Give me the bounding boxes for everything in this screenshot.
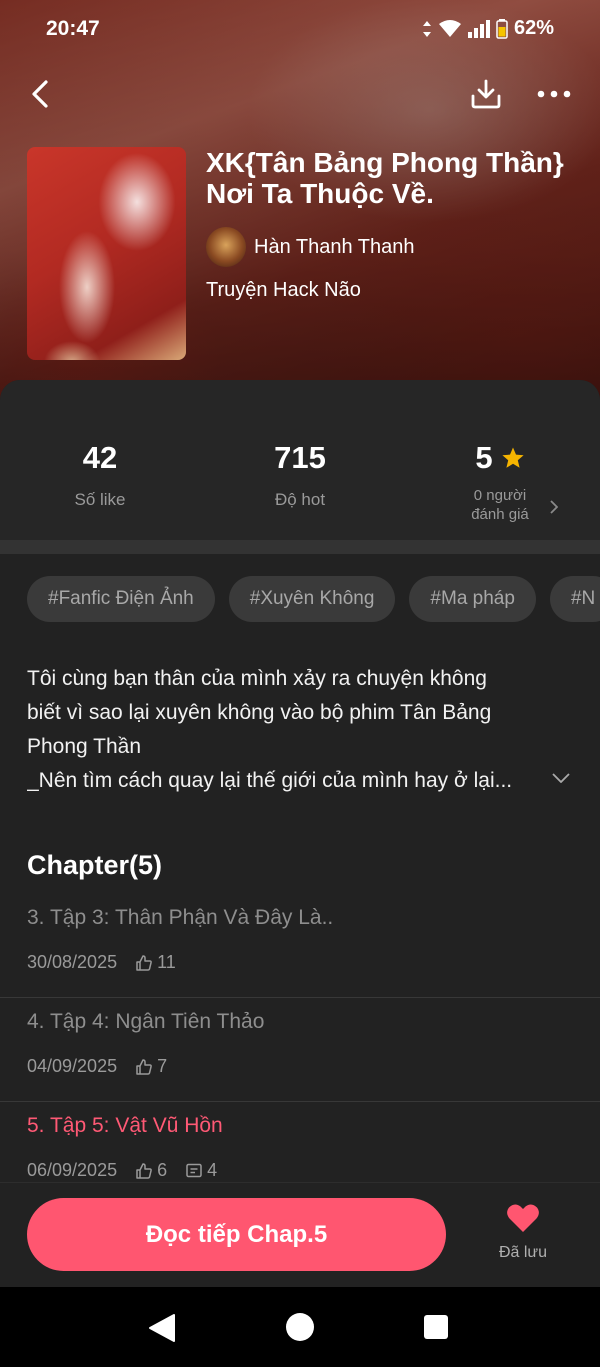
chapter-date: 04/09/2025 [27, 1056, 118, 1076]
tag-chip[interactable]: #Ma pháp [409, 576, 536, 622]
tag-list: #Fanfic Điện Ảnh #Xuyên Không #Ma pháp #… [27, 576, 600, 622]
book-description[interactable]: Tôi cùng bạn thân của mình xảy ra chuyện… [27, 662, 572, 798]
stat-likes: 42 Số like [0, 440, 200, 510]
continue-reading-button[interactable]: Đọc tiếp Chap.5 [27, 1198, 446, 1271]
author-name: Hàn Thanh Thanh [254, 235, 415, 258]
description-line: biết vì sao lại xuyên không vào bộ phim … [27, 701, 492, 724]
chapter-title: 4. Tập 4: Ngân Tiên Thảo [27, 1010, 265, 1033]
description-line: Phong Thần [27, 735, 142, 758]
thumb-up-icon [135, 1162, 157, 1180]
chapter-title: 3. Tập 3: Thân Phận Và Đây Là.. [27, 906, 334, 929]
expand-description-button[interactable] [552, 770, 570, 788]
description-line: _Nên tìm cách quay lại thế giới của mình… [27, 769, 513, 792]
book-title-line1: XK{Tân Bảng Phong Thần} [206, 147, 564, 178]
status-time: 20:47 [46, 17, 100, 40]
chevron-right-icon[interactable] [550, 498, 559, 519]
download-icon [471, 79, 501, 109]
star-icon [502, 447, 524, 468]
wifi-icon [438, 19, 461, 37]
top-navigation [0, 70, 600, 116]
tag-chip[interactable]: #Xuyên Không [228, 576, 396, 622]
system-back-button[interactable] [148, 1313, 176, 1348]
hot-label: Độ hot [274, 490, 326, 509]
rating-label-line2: đánh giá [471, 506, 529, 523]
book-title-line2: Nơi Ta Thuộc Về. [206, 178, 434, 209]
thumb-up-icon [135, 954, 157, 972]
chapter-meta: 06/09/2025 6 4 [27, 1160, 217, 1181]
rating-label-line1: 0 người [473, 487, 527, 504]
system-home-button[interactable] [286, 1313, 314, 1341]
chapter-item[interactable]: 3. Tập 3: Thân Phận Và Đây Là.. 30/08/20… [0, 894, 600, 998]
author-avatar [206, 227, 246, 267]
book-cover[interactable] [27, 147, 186, 360]
status-bar: 20:47 62% [0, 0, 600, 60]
section-divider [0, 540, 600, 554]
system-recents-button[interactable] [424, 1315, 448, 1339]
stat-rating[interactable]: 5 0 người đánh giá [400, 440, 600, 524]
signal-icon [467, 19, 490, 38]
likes-value: 42 [82, 440, 118, 475]
book-category[interactable]: Truyện Hack Não [206, 279, 576, 302]
rating-value-row: 5 [400, 440, 600, 476]
status-icons: 62% [422, 17, 554, 40]
rating-label: 0 người đánh giá [400, 486, 600, 524]
comment-icon [185, 1162, 207, 1180]
likes-label: Số like [74, 490, 126, 509]
bottom-action-bar: Đọc tiếp Chap.5 Đã lưu [0, 1182, 600, 1287]
chapter-like-count: 7 [157, 1056, 168, 1076]
more-icon [537, 90, 571, 98]
saved-button[interactable]: Đã lưu [480, 1203, 566, 1262]
thumb-up-icon [135, 1058, 157, 1076]
hot-value: 715 [274, 440, 326, 475]
description-line: Tôi cùng bạn thân của mình xảy ra chuyện… [27, 667, 487, 690]
more-options-button[interactable] [532, 74, 576, 114]
tag-chip[interactable]: #Fanfic Điện Ảnh [27, 576, 215, 622]
book-info: XK{Tân Bảng Phong Thần} Nơi Ta Thuộc Về.… [206, 147, 576, 302]
saved-label: Đã lưu [498, 1244, 548, 1261]
download-button[interactable] [466, 74, 506, 114]
chapter-date: 30/08/2025 [27, 952, 118, 972]
chapter-meta: 04/09/2025 7 [27, 1056, 167, 1077]
chapter-meta: 30/08/2025 11 [27, 952, 176, 973]
data-transfer-icon [422, 20, 431, 37]
back-button[interactable] [22, 74, 58, 114]
heart-icon [507, 1204, 539, 1232]
chapter-item[interactable]: 4. Tập 4: Ngân Tiên Thảo 04/09/2025 7 [0, 998, 600, 1102]
book-title: XK{Tân Bảng Phong Thần} Nơi Ta Thuộc Về. [206, 147, 576, 209]
chapter-title: 5. Tập 5: Vật Vũ Hồn [27, 1114, 223, 1137]
author-row[interactable]: Hàn Thanh Thanh [206, 227, 576, 267]
chapter-comment-count: 4 [207, 1160, 218, 1180]
system-navigation-bar [0, 1287, 600, 1367]
triangle-back-icon [149, 1314, 175, 1342]
rating-value: 5 [475, 440, 493, 475]
battery-percent: 62% [513, 17, 554, 39]
battery-icon [496, 18, 508, 39]
chapter-date: 06/09/2025 [27, 1160, 118, 1180]
back-arrow-icon [32, 80, 48, 108]
stats-panel: 42 Số like 715 Độ hot 5 0 người đánh giá [0, 380, 600, 540]
chevron-down-icon [552, 773, 570, 784]
chapter-heading: Chapter(5) [27, 850, 163, 880]
stat-hot: 715 Độ hot [200, 440, 400, 510]
chapter-like-count: 11 [157, 952, 176, 972]
tag-chip[interactable]: #N [549, 576, 600, 622]
content-sheet: 42 Số like 715 Độ hot 5 0 người đánh giá… [0, 380, 600, 1287]
chapter-like-count: 6 [157, 1160, 168, 1180]
